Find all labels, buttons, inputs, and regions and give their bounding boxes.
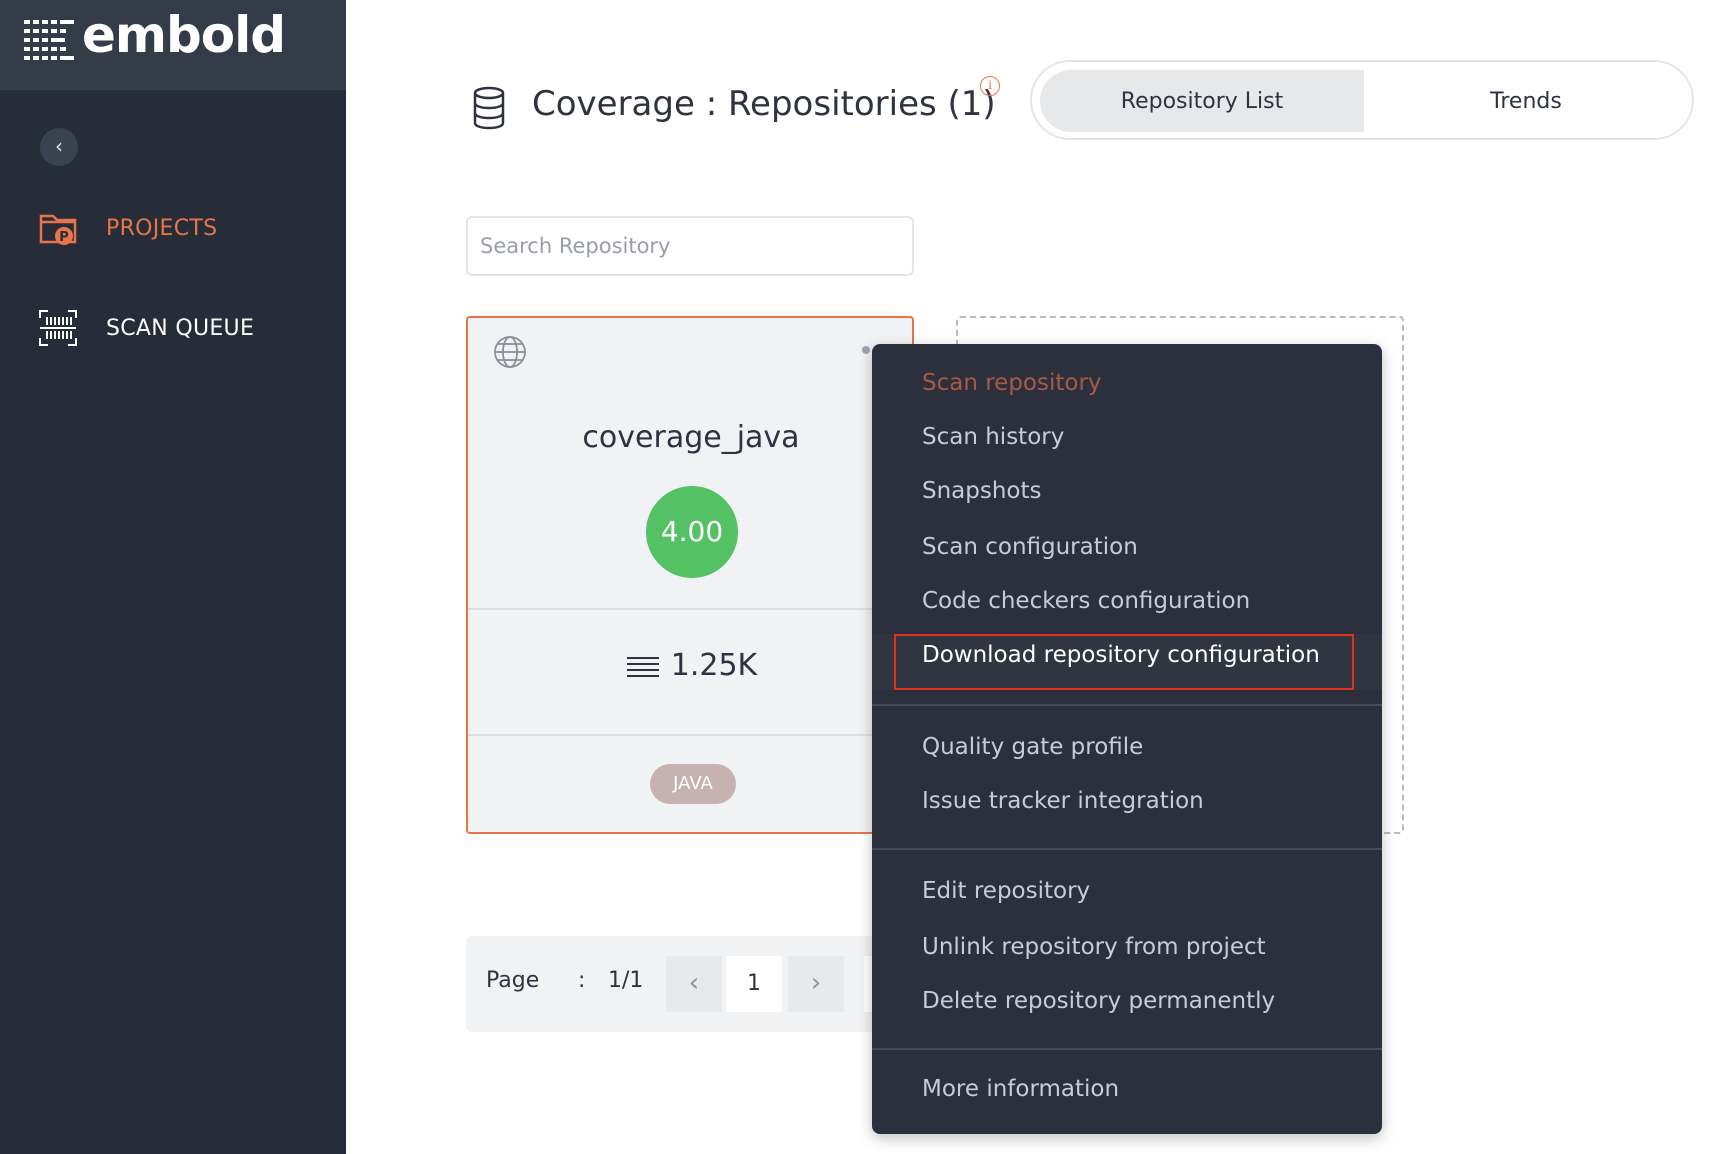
- menu-item-issue-tracker-integration[interactable]: Issue tracker integration: [922, 788, 1204, 814]
- sidebar-item-scan-queue[interactable]: SCAN QUEUE: [38, 303, 328, 353]
- current-page-button[interactable]: 1: [726, 956, 782, 1012]
- pagination-separator: :: [578, 968, 586, 993]
- menu-separator: [872, 1048, 1382, 1050]
- menu-item-code-checkers-configuration[interactable]: Code checkers configuration: [922, 588, 1250, 614]
- language-badge: JAVA: [650, 764, 736, 804]
- pagination-count: 1/1: [608, 968, 644, 993]
- menu-item-quality-gate-profile[interactable]: Quality gate profile: [922, 734, 1143, 760]
- card-divider: [468, 734, 914, 736]
- menu-item-unlink-repository[interactable]: Unlink repository from project: [922, 934, 1266, 960]
- menu-item-more-information[interactable]: More information: [922, 1076, 1119, 1102]
- info-icon[interactable]: i: [980, 76, 1000, 96]
- repository-card[interactable]: coverage_java 4.00 1.25K JAVA: [466, 316, 914, 834]
- loc-value: 1.25K: [670, 648, 758, 683]
- collapse-sidebar-button[interactable]: ‹: [40, 128, 78, 166]
- sidebar-item-projects[interactable]: P PROJECTS: [38, 203, 328, 253]
- tab-repository-list[interactable]: Repository List: [1040, 70, 1364, 132]
- database-icon: [473, 86, 505, 130]
- menu-item-scan-history[interactable]: Scan history: [922, 424, 1064, 450]
- menu-separator: [872, 848, 1382, 850]
- logo-bar: embold: [0, 0, 346, 90]
- sidebar-item-label: SCAN QUEUE: [106, 315, 255, 341]
- previous-page-button[interactable]: ‹: [666, 956, 722, 1012]
- pagination: Page : 1/1 ‹ 1 ›: [466, 936, 886, 1032]
- embold-logo-icon: [24, 20, 74, 60]
- menu-item-edit-repository[interactable]: Edit repository: [922, 878, 1090, 904]
- pagination-label: Page: [486, 968, 540, 993]
- quality-score-badge: 4.00: [646, 486, 738, 578]
- menu-item-scan-configuration[interactable]: Scan configuration: [922, 534, 1138, 560]
- next-page-button[interactable]: ›: [788, 956, 844, 1012]
- card-divider: [468, 608, 914, 610]
- tab-trends[interactable]: Trends: [1364, 70, 1688, 132]
- sidebar-item-label: PROJECTS: [106, 215, 218, 241]
- logo-text[interactable]: embold: [82, 6, 286, 64]
- globe-icon: [494, 336, 526, 368]
- lines-icon: [626, 656, 659, 677]
- scan-queue-icon: [39, 310, 77, 346]
- repository-name[interactable]: coverage_java: [468, 420, 914, 455]
- page-title: Coverage : Repositories (1): [532, 84, 996, 124]
- menu-item-snapshots[interactable]: Snapshots: [922, 478, 1042, 504]
- menu-item-delete-repository[interactable]: Delete repository permanently: [922, 988, 1275, 1014]
- repository-context-menu: Scan repository Scan history Snapshots S…: [872, 344, 1382, 1134]
- view-tabs: Repository List Trends: [1030, 60, 1694, 140]
- search-repository-input[interactable]: [466, 216, 914, 276]
- menu-item-download-repository-configuration[interactable]: Download repository configuration: [922, 642, 1320, 668]
- menu-separator: [872, 704, 1382, 706]
- menu-item-scan-repository[interactable]: Scan repository: [922, 370, 1102, 396]
- svg-text:P: P: [59, 230, 69, 245]
- projects-folder-icon: P: [39, 214, 77, 245]
- sidebar: embold ‹ P PROJECTS SCAN QUEUE: [0, 0, 346, 1154]
- lines-of-code: 1.25K: [468, 648, 914, 683]
